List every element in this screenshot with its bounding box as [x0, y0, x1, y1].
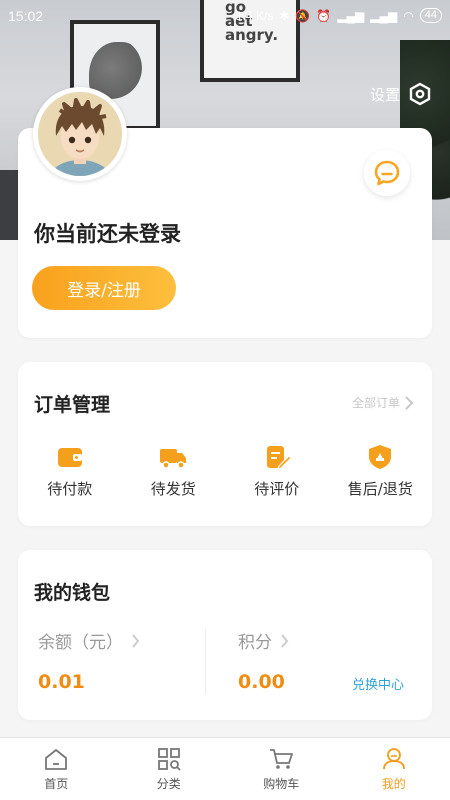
- tab-home[interactable]: 首页: [0, 738, 113, 800]
- all-orders-label: 全部订单: [351, 396, 400, 410]
- avatar-cartoon-icon: [38, 92, 122, 176]
- all-orders-link[interactable]: 全部订单: [352, 394, 414, 411]
- wallet-title: 我的钱包: [34, 582, 111, 604]
- signal-icon-2: ▂▄▆: [370, 8, 398, 23]
- order-item-label: 待付款: [47, 480, 93, 498]
- home-icon: [45, 749, 68, 770]
- order-management-card: 订单管理 全部订单 待付款 待发货 待评价 售后/退货: [18, 362, 432, 526]
- chat-bubble-icon: [374, 160, 400, 186]
- order-item-label: 待评价: [254, 480, 300, 498]
- points-section[interactable]: 积分 0.00: [238, 628, 289, 693]
- exchange-center-link[interactable]: 兑换中心: [352, 674, 404, 693]
- wallet-icon: [57, 448, 82, 467]
- order-pending-review[interactable]: 待评价: [225, 444, 329, 499]
- status-time: 15:02: [8, 8, 44, 24]
- balance-section[interactable]: 余额（元） 0.01: [38, 628, 140, 693]
- status-bar: 15:02 1.4 K/s ✱ 🔕 ⏰ ▂▄▆ ▂▄▆ ◠ 44: [0, 0, 450, 32]
- truck-icon: [160, 449, 187, 469]
- review-icon: [266, 446, 291, 470]
- shield-icon: [369, 445, 392, 469]
- profile-icon: [382, 748, 405, 770]
- chevron-right-icon: [281, 633, 289, 648]
- order-item-label: 售后/退货: [347, 480, 413, 498]
- wallet-divider: [205, 628, 206, 694]
- order-after-sale[interactable]: 售后/退货: [329, 444, 433, 499]
- message-button[interactable]: [364, 150, 410, 196]
- network-speed: 1.4 K/s: [236, 8, 274, 23]
- login-prompt: 你当前还未登录: [34, 222, 181, 246]
- tab-label: 分类: [156, 777, 181, 791]
- battery-icon: 44: [419, 8, 442, 23]
- tab-label: 我的: [381, 777, 406, 791]
- cart-icon: [270, 749, 294, 769]
- mute-icon: 🔕: [295, 8, 311, 23]
- tab-category[interactable]: 分类: [113, 738, 226, 800]
- points-value: 0.00: [238, 671, 285, 693]
- tab-mine[interactable]: 我的: [338, 738, 450, 800]
- settings-button[interactable]: 设置: [370, 82, 432, 106]
- chevron-right-icon: [405, 395, 414, 410]
- tab-label: 购物车: [263, 777, 300, 791]
- wifi-icon: ◠: [403, 8, 414, 23]
- tab-label: 首页: [44, 777, 69, 791]
- order-pending-shipment[interactable]: 待发货: [122, 444, 226, 499]
- alarm-icon: ⏰: [316, 8, 332, 23]
- avatar[interactable]: [33, 87, 127, 181]
- tab-cart[interactable]: 购物车: [225, 738, 338, 800]
- balance-label: 余额（元）: [38, 633, 123, 653]
- order-title: 订单管理: [34, 394, 111, 416]
- settings-label: 设置: [369, 85, 400, 104]
- login-register-button[interactable]: 登录/注册: [32, 266, 176, 310]
- bluetooth-icon: ✱: [279, 8, 290, 23]
- order-item-label: 待发货: [150, 480, 196, 498]
- order-pending-payment[interactable]: 待付款: [18, 444, 122, 499]
- points-label: 积分: [238, 633, 272, 653]
- category-icon: [157, 748, 181, 771]
- chevron-right-icon: [132, 633, 140, 648]
- bottom-tab-bar: 首页 分类 购物车 我的: [0, 737, 450, 800]
- signal-icon: ▂▄▆: [337, 8, 365, 23]
- balance-value: 0.01: [38, 671, 85, 693]
- wallet-card: 我的钱包 余额（元） 0.01 积分 0.00 兑换中心: [18, 550, 432, 720]
- hexagon-gear-icon: [409, 82, 431, 106]
